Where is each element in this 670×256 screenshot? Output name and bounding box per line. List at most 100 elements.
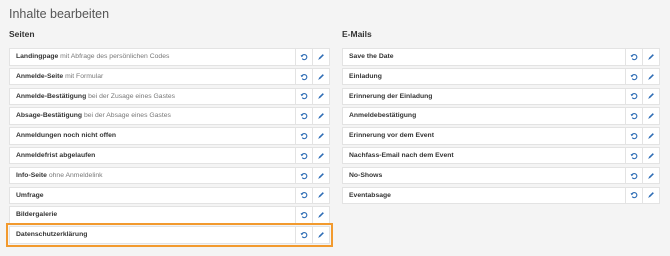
edit-button[interactable] [312, 49, 329, 65]
row-description: ohne Anmeldelink [46, 171, 103, 179]
row-label: Absage-Bestätigung bei der Absage eines … [10, 108, 295, 124]
reset-button[interactable] [295, 227, 312, 243]
undo-icon [630, 73, 638, 81]
pencil-icon [647, 92, 655, 100]
pencil-icon [317, 231, 325, 239]
row-label: Umfrage [10, 188, 295, 204]
row-title: Datenschutzerklärung [16, 231, 88, 239]
row-label: Erinnerung vor dem Event [343, 128, 625, 144]
edit-button[interactable] [312, 187, 329, 204]
row-label: Erinnerung der Einladung [343, 89, 625, 105]
row-title: Landingpage [16, 53, 59, 60]
seiten-section: Seiten Landingpage mit Abfrage des persö… [6, 28, 333, 247]
undo-icon [300, 53, 308, 61]
undo-icon [300, 73, 308, 81]
seiten-row: Bildergalerie [9, 206, 330, 224]
edit-button[interactable] [642, 187, 659, 204]
edit-button[interactable] [642, 128, 659, 144]
pencil-icon [647, 53, 655, 61]
row-label: Nachfass-Email nach dem Event [343, 148, 625, 164]
edit-button[interactable] [312, 68, 329, 85]
edit-button[interactable] [312, 207, 329, 223]
emails-row: Eventabsage [342, 186, 660, 205]
row-label: Save the Date [343, 49, 625, 65]
reset-button[interactable] [295, 108, 312, 124]
seiten-list: Landingpage mit Abfrage des persönlichen… [6, 48, 333, 247]
emails-row: No-Shows [342, 166, 660, 185]
pencil-icon [647, 112, 655, 120]
reset-button[interactable] [625, 49, 642, 65]
edit-button[interactable] [642, 147, 659, 164]
row-label: Landingpage mit Abfrage des persönlichen… [10, 49, 295, 65]
pencil-icon [317, 152, 325, 160]
reset-button[interactable] [625, 88, 642, 105]
row-label: Anmelde-Bestätigung bei der Zusage eines… [10, 89, 295, 105]
reset-button[interactable] [625, 147, 642, 164]
reset-button[interactable] [295, 49, 312, 65]
row-label: Anmeldefrist abgelaufen [10, 148, 295, 164]
seiten-row: Info-Seite ohne Anmeldelink [9, 166, 330, 185]
row-label: Datenschutzerklärung [10, 227, 295, 243]
reset-button[interactable] [295, 68, 312, 85]
reset-button[interactable] [295, 207, 312, 223]
reset-button[interactable] [295, 147, 312, 164]
pencil-icon [317, 112, 325, 120]
pencil-icon [317, 132, 325, 140]
emails-row: Erinnerung vor dem Event [342, 127, 660, 145]
reset-button[interactable] [625, 187, 642, 204]
edit-button[interactable] [642, 88, 659, 105]
row-title: Anmeldungen noch nicht offen [16, 132, 117, 140]
row-title: Anmeldefrist abgelaufen [16, 151, 96, 159]
reset-button[interactable] [295, 187, 312, 204]
row-description: mit Formular [63, 72, 104, 80]
reset-button[interactable] [625, 167, 642, 184]
edit-button[interactable] [312, 147, 329, 164]
row-title: Nachfass-Email nach dem Event [349, 151, 454, 159]
undo-icon [300, 92, 308, 100]
pencil-icon [647, 152, 655, 160]
edit-button[interactable] [642, 49, 659, 65]
undo-icon [300, 191, 308, 199]
reset-button[interactable] [625, 68, 642, 85]
seiten-row: Anmelde-Bestätigung bei der Zusage eines… [9, 87, 330, 106]
row-title: Info-Seite [16, 171, 47, 179]
edit-button[interactable] [312, 88, 329, 105]
row-label: Anmeldungen noch nicht offen [10, 128, 295, 144]
seiten-row: Landingpage mit Abfrage des persönlichen… [9, 48, 330, 66]
row-label: Anmelde-Seite mit Formular [10, 69, 295, 85]
row-title: Save the Date [349, 53, 394, 60]
undo-icon [300, 112, 308, 120]
emails-row: Anmeldebestätigung [342, 107, 660, 125]
undo-icon [630, 152, 638, 160]
seiten-row: Absage-Bestätigung bei der Absage eines … [9, 107, 330, 125]
section-title-seiten: Seiten [9, 29, 35, 39]
reset-button[interactable] [625, 108, 642, 124]
undo-icon [300, 231, 308, 239]
section-title-emails: E-Mails [342, 29, 372, 39]
edit-button[interactable] [312, 128, 329, 144]
emails-row: Save the Date [342, 48, 660, 66]
row-label: Bildergalerie [10, 207, 295, 223]
seiten-row: Datenschutzerklärung [6, 223, 333, 247]
reset-button[interactable] [295, 88, 312, 105]
seiten-row: Anmelde-Seite mit Formular [9, 67, 330, 86]
edit-button[interactable] [642, 167, 659, 184]
edit-button[interactable] [312, 108, 329, 124]
row-title: Eventabsage [349, 191, 391, 199]
pencil-icon [647, 172, 655, 180]
reset-button[interactable] [295, 128, 312, 144]
row-title: Anmelde-Seite [16, 72, 64, 80]
edit-button[interactable] [642, 68, 659, 85]
row-label: Anmeldebestätigung [343, 108, 625, 124]
edit-button[interactable] [312, 227, 329, 243]
edit-button[interactable] [642, 108, 659, 124]
row-description: mit Abfrage des persönlichen Codes [58, 53, 170, 60]
edit-button[interactable] [312, 167, 329, 184]
row-label: Einladung [343, 69, 625, 85]
emails-list: Save the Date Einladung Erinnerung der Ein… [342, 48, 660, 205]
row-label: Eventabsage [343, 188, 625, 204]
pencil-icon [647, 73, 655, 81]
row-description: bei der Zusage eines Gastes [86, 92, 176, 100]
reset-button[interactable] [295, 167, 312, 184]
reset-button[interactable] [625, 128, 642, 144]
